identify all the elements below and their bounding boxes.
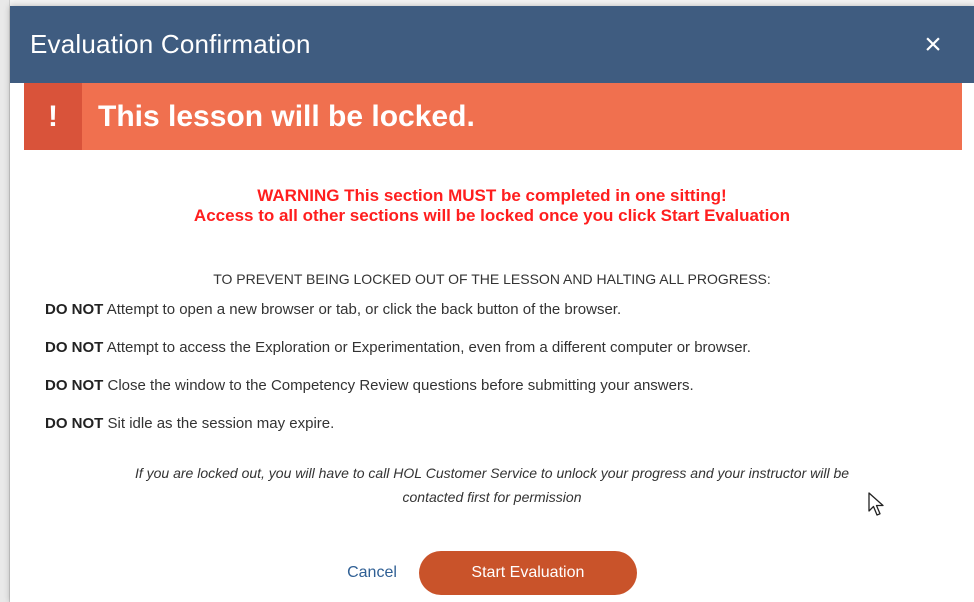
rules-list: DO NOT Attempt to open a new browser or …: [45, 300, 965, 452]
rule-label: DO NOT: [45, 377, 104, 394]
rule-text: Attempt to open a new browser or tab, or…: [106, 301, 622, 318]
banner-text: This lesson will be locked.: [98, 99, 475, 133]
close-icon[interactable]: ×: [918, 29, 948, 60]
rule-text: Close the window to the Competency Revie…: [107, 377, 694, 394]
rule-text: Sit idle as the session may expire.: [107, 415, 335, 432]
cancel-button[interactable]: Cancel: [347, 564, 397, 582]
evaluation-confirmation-dialog: Evaluation Confirmation × ! This lesson …: [10, 6, 974, 602]
locked-out-note: If you are locked out, you will have to …: [10, 461, 974, 509]
rule-label: DO NOT: [45, 415, 104, 432]
rule-item: DO NOT Attempt to access the Exploration…: [45, 338, 965, 376]
rule-text: Attempt to access the Exploration or Exp…: [106, 339, 751, 356]
dialog-header: Evaluation Confirmation ×: [10, 6, 974, 83]
warning-line-1: WARNING This section MUST be completed i…: [257, 186, 727, 205]
rule-item: DO NOT Attempt to open a new browser or …: [45, 300, 965, 338]
exclamation-icon: !: [24, 83, 82, 150]
mouse-pointer-icon: [868, 492, 886, 523]
background-page-edge: [0, 0, 10, 602]
warning-message: WARNING This section MUST be completed i…: [10, 186, 974, 226]
rule-label: DO NOT: [45, 301, 104, 318]
warning-line-2: Access to all other sections will be loc…: [193, 206, 791, 225]
start-evaluation-button[interactable]: Start Evaluation: [418, 551, 637, 595]
prevent-heading: TO PREVENT BEING LOCKED OUT OF THE LESSO…: [213, 271, 771, 287]
rule-item: DO NOT Sit idle as the session may expir…: [45, 414, 965, 452]
dialog-title: Evaluation Confirmation: [30, 29, 311, 59]
rule-item: DO NOT Close the window to the Competenc…: [45, 376, 965, 414]
locked-note-line-1: If you are locked out, you will have to …: [134, 465, 850, 481]
dialog-footer: Cancel Start Evaluation: [10, 544, 974, 602]
locked-banner: ! This lesson will be locked.: [24, 83, 962, 150]
rule-label: DO NOT: [45, 339, 104, 356]
locked-note-line-2: contacted first for permission: [402, 489, 582, 505]
